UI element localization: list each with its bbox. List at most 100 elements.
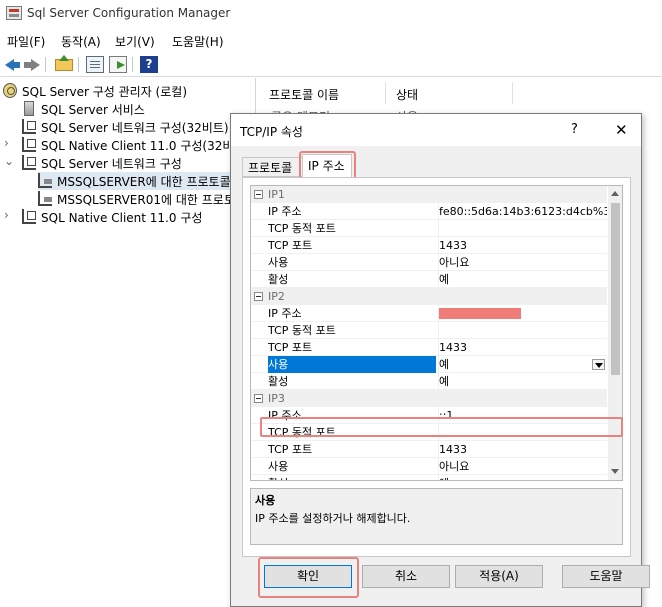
- dropdown-value: 예: [439, 358, 450, 371]
- property-row[interactable]: IP 주소 fe80::5d6a:14b3:6123:d4cb%3: [251, 203, 607, 220]
- tcpip-properties-dialog: TCP/IP 속성 ? ✕ 프로토콜 IP 주소 IP1 IP 주소 fe80:…: [230, 113, 650, 607]
- description-title: 사용: [255, 494, 276, 507]
- property-row[interactable]: IP 주소: [251, 305, 607, 322]
- group-label: IP1: [268, 188, 285, 201]
- tree-item-label: SQL Native Client 11.0 구성(32비트): [41, 139, 250, 153]
- property-row[interactable]: TCP 동적 포트: [251, 220, 607, 237]
- menu-view[interactable]: 보기(V): [115, 33, 155, 50]
- group-ip3[interactable]: IP3: [251, 390, 607, 407]
- menu-file[interactable]: 파일(F): [7, 33, 45, 50]
- enabled-dropdown[interactable]: 예: [438, 356, 607, 373]
- tree-item-native-client-32[interactable]: › SQL Native Client 11.0 구성(32비트): [4, 136, 254, 154]
- properties-icon[interactable]: [86, 56, 104, 73]
- property-row[interactable]: 활성 예: [251, 271, 607, 288]
- property-row-enabled-selected[interactable]: 사용 예: [251, 356, 607, 373]
- tree-root-label: SQL Server 구성 관리자 (로컬): [22, 85, 188, 99]
- property-row[interactable]: TCP 포트 1433: [251, 441, 607, 458]
- dialog-title-bar: TCP/IP 속성 ? ✕: [231, 114, 641, 146]
- tree-item-label: SQL Server 서비스: [41, 103, 145, 117]
- menu-help[interactable]: 도움말(H): [172, 33, 224, 50]
- column-divider[interactable]: [385, 82, 386, 104]
- collapse-icon[interactable]: [254, 190, 263, 199]
- network-icon: [22, 119, 36, 134]
- tab-protocol[interactable]: 프로토콜: [242, 157, 304, 177]
- dropdown-arrow-icon[interactable]: [592, 359, 605, 370]
- scroll-thumb[interactable]: [611, 203, 620, 375]
- app-title: Sql Server Configuration Manager: [27, 6, 231, 20]
- menu-action[interactable]: 동작(A): [61, 33, 101, 50]
- property-row[interactable]: 사용 아니요: [251, 458, 607, 475]
- tree-pane: SQL Server 구성 관리자 (로컬) SQL Server 서비스 SQ…: [0, 78, 256, 607]
- property-name: TCP 포트: [268, 341, 313, 354]
- property-row[interactable]: TCP 포트 1433: [251, 339, 607, 356]
- property-value[interactable]: [438, 322, 607, 339]
- property-name: TCP 포트: [268, 239, 313, 252]
- property-name: 사용: [268, 256, 289, 269]
- property-name: 활성: [268, 273, 289, 286]
- property-value[interactable]: 1433: [438, 441, 607, 458]
- toolbar-separator: [45, 57, 46, 72]
- dialog-title: TCP/IP 속성: [240, 125, 303, 139]
- description-box: 사용 IP 주소를 설정하거나 해제합니다.: [250, 488, 623, 545]
- tree-item-protocols-mssqlserver01[interactable]: MSSQLSERVER01에 대한 프로토콜: [38, 190, 254, 208]
- collapse-icon[interactable]: [254, 394, 263, 403]
- export-icon[interactable]: [109, 56, 127, 73]
- column-divider[interactable]: [512, 82, 513, 104]
- property-value[interactable]: 1433: [438, 237, 607, 254]
- up-folder-icon[interactable]: [55, 55, 73, 71]
- property-value[interactable]: fe80::5d6a:14b3:6123:d4cb%3: [438, 203, 607, 220]
- property-value-redacted[interactable]: [438, 305, 607, 322]
- toolbar-separator: [78, 57, 79, 72]
- group-ip2[interactable]: IP2: [251, 288, 607, 305]
- property-row[interactable]: 활성 예: [251, 373, 607, 390]
- chevron-down-icon[interactable]: ⌄: [4, 154, 14, 168]
- tree-item-services[interactable]: SQL Server 서비스: [22, 100, 252, 118]
- help-button[interactable]: 도움말: [562, 565, 650, 588]
- property-row[interactable]: 활성 예: [251, 475, 607, 480]
- property-name: IP 주소: [268, 205, 302, 218]
- help-icon[interactable]: ?: [571, 122, 578, 137]
- tree-item-protocols-mssqlserver[interactable]: MSSQLSERVER에 대한 프로토콜: [38, 172, 254, 190]
- menu-bar: 파일(F) 동작(A) 보기(V) 도움말(H): [0, 29, 662, 51]
- tree-item-label: SQL Native Client 11.0 구성: [41, 211, 203, 225]
- property-value[interactable]: 아니요: [438, 458, 607, 475]
- property-row[interactable]: TCP 포트 1433: [251, 237, 607, 254]
- column-header-status[interactable]: 상태: [396, 86, 418, 103]
- property-row[interactable]: TCP 동적 포트: [251, 322, 607, 339]
- back-icon[interactable]: [3, 56, 21, 73]
- server-icon: [24, 101, 34, 116]
- ip-addresses-panel: IP1 IP 주소 fe80::5d6a:14b3:6123:d4cb%3 TC…: [242, 177, 631, 557]
- property-value[interactable]: 예: [438, 271, 607, 288]
- chevron-right-icon[interactable]: ›: [4, 208, 9, 222]
- scroll-down-icon[interactable]: [608, 464, 622, 480]
- cancel-button[interactable]: 취소: [362, 565, 450, 588]
- toolbar-separator: [132, 57, 133, 72]
- apply-button[interactable]: 적용(A): [455, 565, 543, 588]
- collapse-icon[interactable]: [254, 292, 263, 301]
- column-header-protocol[interactable]: 프로토콜 이름: [269, 86, 339, 103]
- enabled-row-highlight: [260, 417, 623, 437]
- property-name: 활성: [268, 475, 436, 480]
- property-value[interactable]: [438, 220, 607, 237]
- property-value[interactable]: 예: [438, 475, 607, 480]
- property-name: TCP 포트: [268, 443, 313, 456]
- forward-icon[interactable]: [23, 56, 41, 73]
- tree-item-native-client[interactable]: › SQL Native Client 11.0 구성: [4, 208, 254, 226]
- group-ip1[interactable]: IP1: [251, 186, 607, 203]
- property-value[interactable]: 예: [438, 373, 607, 390]
- tree-root[interactable]: SQL Server 구성 관리자 (로컬): [3, 82, 253, 100]
- tree-item-network[interactable]: ⌄ SQL Server 네트워크 구성: [4, 154, 254, 172]
- tree-item-label: MSSQLSERVER01에 대한 프로토콜: [57, 193, 246, 207]
- tree-item-network-32[interactable]: SQL Server 네트워크 구성(32비트): [22, 118, 254, 136]
- close-icon[interactable]: ✕: [615, 121, 628, 139]
- scroll-up-icon[interactable]: [608, 186, 622, 202]
- property-value[interactable]: 1433: [438, 339, 607, 356]
- property-name: 사용: [268, 356, 436, 373]
- property-row[interactable]: 사용 아니요: [251, 254, 607, 271]
- property-name: IP 주소: [268, 307, 302, 320]
- client-icon: [22, 209, 36, 224]
- property-value[interactable]: 아니요: [438, 254, 607, 271]
- chevron-right-icon[interactable]: ›: [4, 136, 9, 150]
- help-icon[interactable]: ?: [140, 56, 158, 73]
- tree-item-label: MSSQLSERVER에 대한 프로토콜: [57, 175, 231, 189]
